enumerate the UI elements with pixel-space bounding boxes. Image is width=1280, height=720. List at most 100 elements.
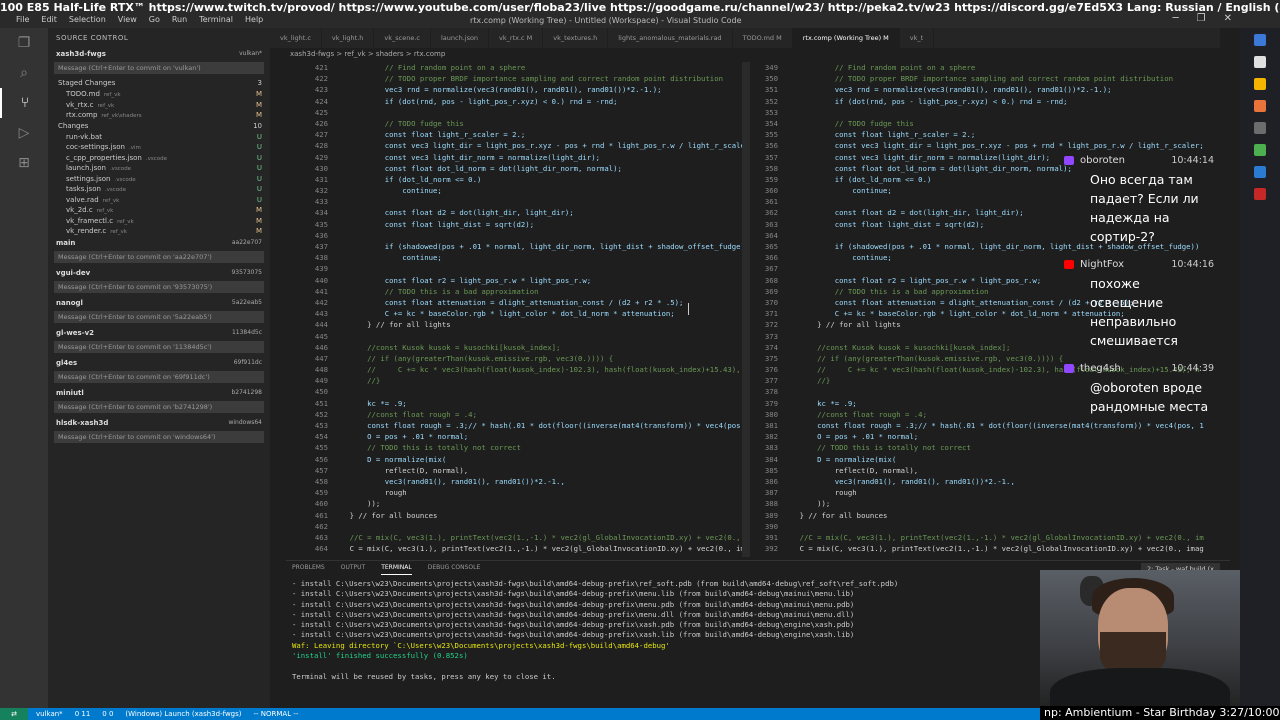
editor-tab[interactable]: vk_light.c <box>270 28 322 48</box>
repo-branch[interactable]: vulkan* <box>239 48 262 60</box>
list-item[interactable]: vk_render.c ref_vk M <box>48 226 270 237</box>
panel-tab[interactable]: TERMINAL <box>381 561 412 575</box>
app-icon[interactable] <box>1254 122 1266 134</box>
editor-tab[interactable]: vk_scene.c <box>374 28 431 48</box>
repo-header[interactable]: gl4es 69f911dc <box>48 357 270 369</box>
close-icon[interactable]: ✕ <box>1224 13 1232 24</box>
repo-branch[interactable]: 11384d5c <box>232 327 262 339</box>
menu-item-edit[interactable]: Edit <box>41 15 57 27</box>
panel-tab[interactable]: PROBLEMS <box>292 561 325 575</box>
code-line: 442 <box>314 297 328 307</box>
code-line: vec3(rand01(), rand01(), rand01())*2.-1.… <box>782 476 1015 486</box>
repo-branch[interactable]: windows64 <box>228 417 262 429</box>
code-line: 421 <box>314 63 328 72</box>
status-sync[interactable]: 0 11 <box>75 708 91 720</box>
commit-message-input[interactable]: Message (Ctrl+Enter to commit on '935730… <box>54 280 264 293</box>
folder-icon[interactable] <box>1254 78 1266 90</box>
editor-tab[interactable]: vk_rtx.c M <box>489 28 544 48</box>
staged-changes-group[interactable]: Staged Changes 3 <box>48 78 270 89</box>
search-icon[interactable]: ⌕ <box>0 58 48 88</box>
status-problems[interactable]: 0 0 <box>102 708 113 720</box>
app-icon[interactable] <box>1254 144 1266 156</box>
debug-icon[interactable]: ▷ <box>0 118 48 148</box>
repo-branch[interactable]: aa22e707 <box>232 237 262 249</box>
code-line: const float rough = .3;// * hash(.01 * d… <box>332 421 750 430</box>
commit-message-input[interactable]: Message (Ctrl+Enter to commit on 'vulkan… <box>54 62 264 74</box>
repo-branch[interactable]: 69f911dc <box>234 357 262 369</box>
chat-time: 10:44:39 <box>1171 362 1214 374</box>
menu-item-help[interactable]: Help <box>245 15 263 27</box>
chat-header: theg4sh 10:44:39 <box>1064 358 1214 378</box>
editor-tab[interactable]: launch.json <box>431 28 490 48</box>
menu-item-run[interactable]: Run <box>172 15 187 27</box>
title-bar: 100 E85 Half-Life RTX™ https://www.twitc… <box>0 0 1280 28</box>
repo-header[interactable]: gl-wes-v2 11384d5c <box>48 327 270 339</box>
file-path: .vscode <box>104 187 127 193</box>
remote-icon[interactable]: ⇄ <box>0 708 28 720</box>
repo-header[interactable]: nanogl 5a22eab5 <box>48 297 270 309</box>
menu-item-view[interactable]: View <box>118 15 137 27</box>
editor-tab[interactable]: lights_anomalous_materials.rad <box>608 28 733 48</box>
status-launch[interactable]: (Windows) Launch (xash3d-fwgs) <box>125 708 241 720</box>
list-item[interactable]: launch.json .vscode U <box>48 163 270 174</box>
list-item[interactable]: vk_2d.c ref_vk M <box>48 205 270 216</box>
menu-item-terminal[interactable]: Terminal <box>199 15 233 27</box>
repo-header[interactable]: xash3d-fwgs vulkan* <box>48 48 270 60</box>
repo-branch[interactable]: 93573075 <box>231 267 262 279</box>
repo-branch[interactable]: b2741298 <box>231 387 262 399</box>
menu-item-go[interactable]: Go <box>149 15 160 27</box>
repo-header[interactable]: main aa22e707 <box>48 237 270 249</box>
list-item[interactable]: vk_framectl.c ref_vk M <box>48 216 270 227</box>
app-icon[interactable] <box>1254 34 1266 46</box>
breadcrumb[interactable]: xash3d-fwgs > ref_vk > shaders > rtx.com… <box>290 50 445 58</box>
editor-tab[interactable]: vk_light.h <box>322 28 375 48</box>
list-item[interactable]: c_cpp_properties.json .vscode U <box>48 153 270 164</box>
editor-tab[interactable]: TODO.md M <box>733 28 793 48</box>
code-line: // Find random point on a sphere <box>782 63 976 72</box>
editor-tab[interactable]: rtx.comp (Working Tree) M <box>792 28 900 48</box>
list-item[interactable]: tasks.json .vscode U <box>48 184 270 195</box>
code-line: 446 <box>314 342 328 352</box>
status-badge: U <box>256 143 262 151</box>
panel-tab[interactable]: OUTPUT <box>341 561 365 575</box>
changes-group[interactable]: Changes 10 <box>48 121 270 132</box>
obs-icon[interactable] <box>1254 188 1266 200</box>
left-scrollbar[interactable] <box>742 62 750 557</box>
menu-item-selection[interactable]: Selection <box>69 15 106 27</box>
list-item[interactable]: settings.json .vscode U <box>48 174 270 185</box>
list-item[interactable]: valve.rad ref_vk U <box>48 195 270 206</box>
editor-tab[interactable]: vk_t <box>900 28 935 48</box>
commit-message-input[interactable]: Message (Ctrl+Enter to commit on '69f911… <box>54 370 264 383</box>
repo-header[interactable]: vgui-dev 93573075 <box>48 267 270 279</box>
list-item[interactable]: coc-settings.json .vim U <box>48 142 270 153</box>
app-icon[interactable] <box>1254 56 1266 68</box>
extensions-icon[interactable]: ⊞ <box>0 148 48 178</box>
menu-item-file[interactable]: File <box>16 15 29 27</box>
commit-message-input[interactable]: Message (Ctrl+Enter to commit on '5a22ea… <box>54 310 264 323</box>
explorer-icon[interactable]: ❐ <box>0 28 48 58</box>
list-item[interactable]: rtx.comp ref_vk\shaders M <box>48 110 270 121</box>
firefox-icon[interactable] <box>1254 100 1266 112</box>
repo-branch[interactable]: 5a22eab5 <box>232 297 262 309</box>
repo-header[interactable]: hlsdk-xash3d windows64 <box>48 417 270 429</box>
panel-tab[interactable]: DEBUG CONSOLE <box>428 561 481 575</box>
maximize-icon[interactable]: ❐ <box>1197 13 1206 24</box>
minimize-icon[interactable]: ─ <box>1173 13 1179 24</box>
repo-header[interactable]: miniutl b2741298 <box>48 387 270 399</box>
status-branch[interactable]: vulkan* <box>36 708 63 720</box>
vscode-icon[interactable] <box>1254 166 1266 178</box>
commit-message-input[interactable]: Message (Ctrl+Enter to commit on '11384d… <box>54 340 264 353</box>
commit-message-input[interactable]: Message (Ctrl+Enter to commit on 'aa22e7… <box>54 250 264 263</box>
list-item[interactable]: TODO.md ref_vk M <box>48 89 270 100</box>
commit-message-input[interactable]: Message (Ctrl+Enter to commit on 'b27412… <box>54 400 264 413</box>
source-control-icon[interactable]: ⑂ <box>0 88 48 118</box>
editor-tab[interactable]: vk_textures.h <box>543 28 609 48</box>
commit-message-input[interactable]: Message (Ctrl+Enter to commit on 'window… <box>54 430 264 443</box>
file-path: .vscode <box>145 155 167 162</box>
list-item[interactable]: run-vk.bat U <box>48 132 270 143</box>
file-name: vk_render.c <box>66 227 107 235</box>
list-item[interactable]: vk_rtx.c ref_vk M <box>48 100 270 111</box>
